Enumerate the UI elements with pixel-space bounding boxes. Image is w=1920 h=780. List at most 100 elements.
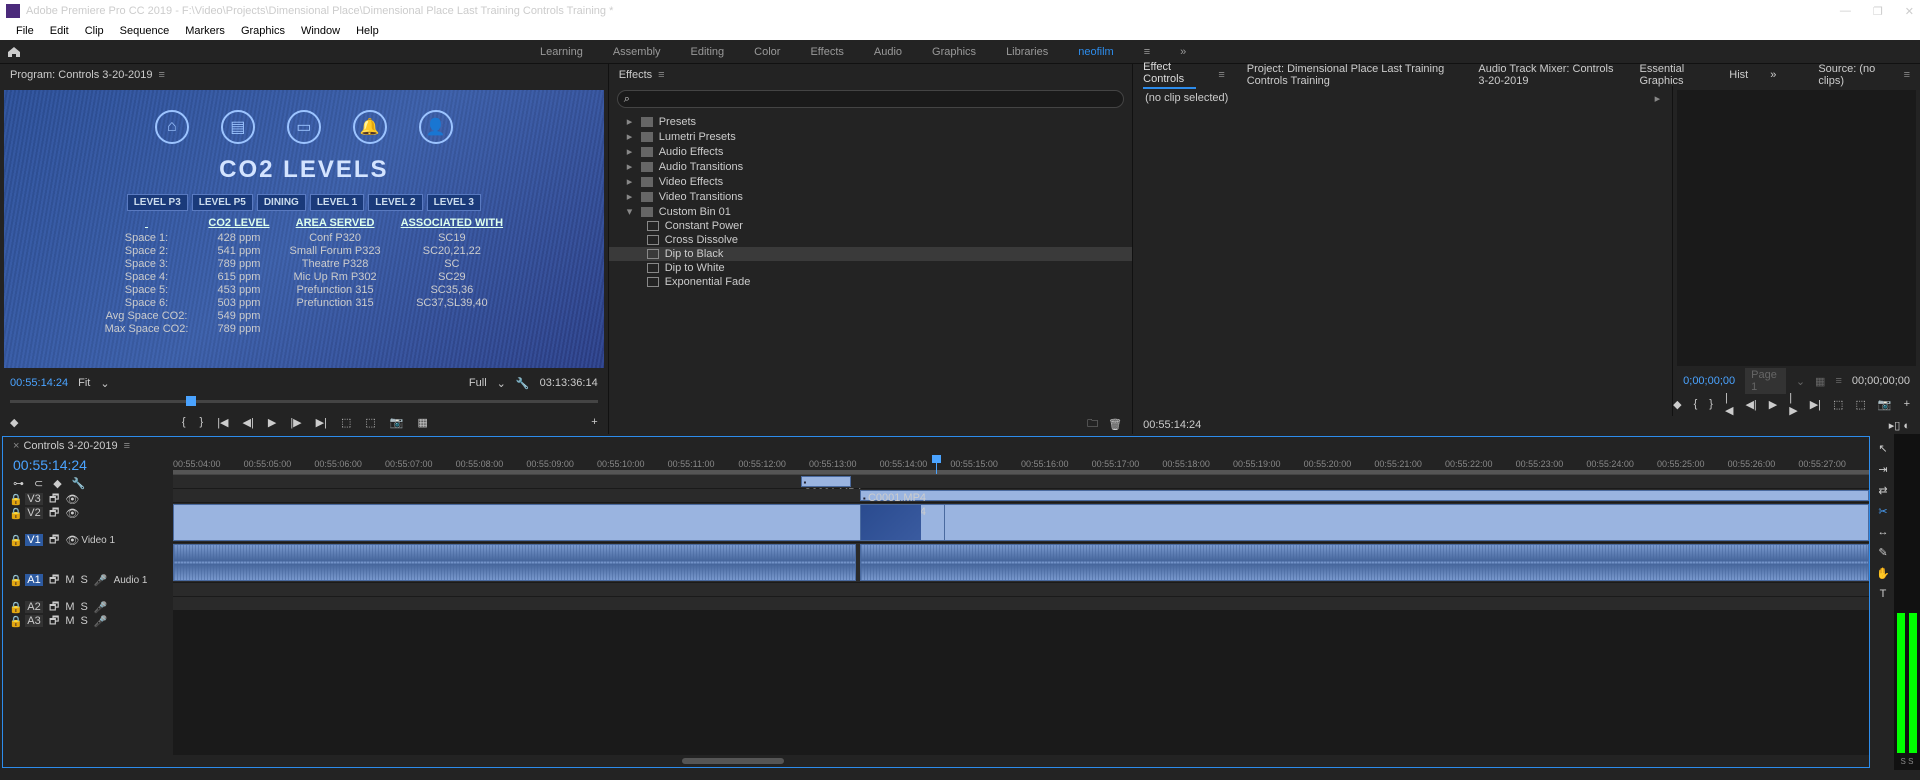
slip-tool-icon[interactable]: ↔ <box>1878 526 1889 538</box>
panel-menu-icon[interactable]: ≡ <box>1218 69 1224 81</box>
timeline-tracks-area[interactable]: 00:55:04:0000:55:05:0000:55:06:0000:55:0… <box>173 455 1869 767</box>
export-frame-button[interactable]: 📷 <box>1878 398 1892 411</box>
type-tool-icon[interactable]: T <box>1880 588 1887 600</box>
grid-icon[interactable]: ▦ <box>1815 375 1825 388</box>
track-header-v2[interactable]: 🔒V2🗗👁 <box>3 506 173 520</box>
effect-item[interactable]: Constant Power <box>609 219 1132 233</box>
tree-folder[interactable]: ▸Audio Transitions <box>609 159 1132 174</box>
track-header-a3[interactable]: 🔒A3🗗MS🎤 <box>3 614 173 628</box>
tree-folder-open[interactable]: ▾Custom Bin 01 <box>609 204 1132 219</box>
comparison-button[interactable]: ▦ <box>418 416 428 429</box>
selection-tool-icon[interactable]: ↖ <box>1878 442 1887 455</box>
effects-header[interactable]: Effects ≡ <box>609 64 1132 86</box>
menu-window[interactable]: Window <box>295 25 346 37</box>
track-header-v1[interactable]: 🔒V1🗗👁Video 1 <box>3 520 173 560</box>
track-a3[interactable] <box>173 597 1869 611</box>
clip[interactable]: ▪ C0001.MP4 <box>860 490 1869 501</box>
tab-project[interactable]: Project: Dimensional Place Last Training… <box>1247 63 1457 87</box>
menu-clip[interactable]: Clip <box>79 25 110 37</box>
razor-tool-icon[interactable]: ✂ <box>1878 505 1887 518</box>
menu-help[interactable]: Help <box>350 25 385 37</box>
effect-item[interactable]: Cross Dissolve <box>609 233 1132 247</box>
source-page[interactable]: Page 1 <box>1745 368 1786 394</box>
menu-markers[interactable]: Markers <box>179 25 231 37</box>
play-button[interactable]: ▶ <box>268 416 276 429</box>
tree-folder[interactable]: ▸Video Transitions <box>609 189 1132 204</box>
clip[interactable]: ▪ C0001.MP4 <box>801 476 852 487</box>
menu-file[interactable]: File <box>10 25 40 37</box>
playhead[interactable] <box>936 455 937 474</box>
effects-search[interactable]: ⌕ <box>617 90 1124 108</box>
track-v3[interactable]: ▪ C0001.MP4 <box>173 475 1869 489</box>
panel-menu-icon[interactable]: ≡ <box>658 69 664 81</box>
close-button[interactable]: ✕ <box>1905 5 1914 18</box>
go-to-out-button[interactable]: ▶| <box>316 416 327 429</box>
lift-button[interactable]: ⬚ <box>341 416 351 429</box>
tab-effect-controls[interactable]: Effect Controls <box>1143 61 1196 89</box>
timeline-timecode[interactable]: 00:55:14:24 <box>3 455 173 475</box>
wrench-icon[interactable]: 🔧 <box>516 377 530 390</box>
effect-item[interactable]: Exponential Fade <box>609 275 1132 289</box>
timeline-header[interactable]: × Controls 3-20-2019 ≡ <box>3 437 1869 455</box>
link-icon[interactable]: ⊂ <box>34 477 43 490</box>
ec-toggle-icon[interactable]: ▸▯ ◐ <box>1889 419 1910 432</box>
track-header-a2[interactable]: 🔒A2🗗MS🎤 <box>3 600 173 614</box>
mark-in-button[interactable]: { <box>1694 398 1698 410</box>
workspace-libraries[interactable]: Libraries <box>1006 46 1048 58</box>
tab-history[interactable]: Hist <box>1729 69 1748 81</box>
program-scrubber[interactable] <box>10 394 598 410</box>
tab-audio-mixer[interactable]: Audio Track Mixer: Controls 3-20-2019 <box>1478 63 1617 87</box>
insert-button[interactable]: ⬚ <box>1833 398 1843 411</box>
chevron-down-icon[interactable]: ⌄ <box>1796 375 1805 388</box>
workspace-effects[interactable]: Effects <box>810 46 843 58</box>
program-monitor[interactable]: ⌂ ▤ ▭ 🔔 👤 CO2 LEVELS LEVEL P3 LEVEL P5 D… <box>4 90 604 368</box>
track-v1[interactable]: ▪ C0001.MP4 <box>173 503 1869 543</box>
panel-menu-icon[interactable]: ≡ <box>124 440 130 452</box>
new-bin-icon[interactable]: 🗀 <box>1087 415 1098 434</box>
delete-icon[interactable]: 🗑 <box>1108 418 1122 431</box>
play-button[interactable]: ▶ <box>1769 398 1777 411</box>
clip[interactable] <box>173 504 1869 541</box>
mark-in-button[interactable]: { <box>182 416 186 428</box>
track-a1[interactable] <box>173 543 1869 583</box>
add-marker-button[interactable]: ◆ <box>1673 398 1681 411</box>
track-header-v3[interactable]: 🔒V3🗗👁 <box>3 492 173 506</box>
step-back-button[interactable]: ◀| <box>1745 398 1756 411</box>
step-forward-button[interactable]: |▶ <box>1789 392 1797 417</box>
toggle-icon[interactable]: ▸ <box>1655 92 1661 105</box>
panel-menu-icon[interactable]: ≡ <box>1904 69 1910 81</box>
program-header[interactable]: Program: Controls 3-20-2019 ≡ <box>0 64 608 86</box>
go-to-in-button[interactable]: |◀ <box>217 416 228 429</box>
ripple-edit-tool-icon[interactable]: ⇄ <box>1878 484 1887 497</box>
track-select-tool-icon[interactable]: ⇥ <box>1878 463 1887 476</box>
workspace-overflow-icon[interactable]: » <box>1180 46 1186 58</box>
step-forward-button[interactable]: |▶ <box>290 416 301 429</box>
hand-tool-icon[interactable]: ✋ <box>1876 567 1890 580</box>
home-button[interactable] <box>0 40 28 64</box>
step-back-button[interactable]: ◀| <box>243 416 254 429</box>
workspace-menu-icon[interactable]: ≡ <box>1144 46 1150 58</box>
menu-edit[interactable]: Edit <box>44 25 75 37</box>
track-v2[interactable]: ▪ C0001.MP4 <box>173 489 1869 503</box>
pen-tool-icon[interactable]: ✎ <box>1878 546 1887 559</box>
track-header-a1[interactable]: 🔒A1🗗MS🎤Audio 1 <box>3 560 173 600</box>
snap-icon[interactable]: ⊶ <box>13 477 24 490</box>
zoom-fit[interactable]: Fit <box>78 377 90 389</box>
workspace-assembly[interactable]: Assembly <box>613 46 661 58</box>
workspace-neofilm[interactable]: neofilm <box>1078 46 1113 58</box>
workspace-color[interactable]: Color <box>754 46 780 58</box>
settings-icon[interactable]: 🔧 <box>72 477 86 490</box>
source-monitor[interactable] <box>1677 90 1916 366</box>
minimize-button[interactable]: — <box>1840 5 1851 18</box>
workspace-learning[interactable]: Learning <box>540 46 583 58</box>
track-a2[interactable] <box>173 583 1869 597</box>
audio-clip[interactable] <box>860 544 1869 581</box>
export-frame-button[interactable]: 📷 <box>390 416 404 429</box>
chevron-down-icon[interactable]: ⌄ <box>100 377 109 390</box>
program-timecode[interactable]: 00:55:14:24 <box>10 377 68 389</box>
go-to-in-button[interactable]: |◀ <box>1725 392 1733 417</box>
mark-out-button[interactable]: } <box>200 416 204 428</box>
tree-folder[interactable]: ▸Lumetri Presets <box>609 129 1132 144</box>
menu-graphics[interactable]: Graphics <box>235 25 291 37</box>
audio-clip[interactable] <box>173 544 856 581</box>
